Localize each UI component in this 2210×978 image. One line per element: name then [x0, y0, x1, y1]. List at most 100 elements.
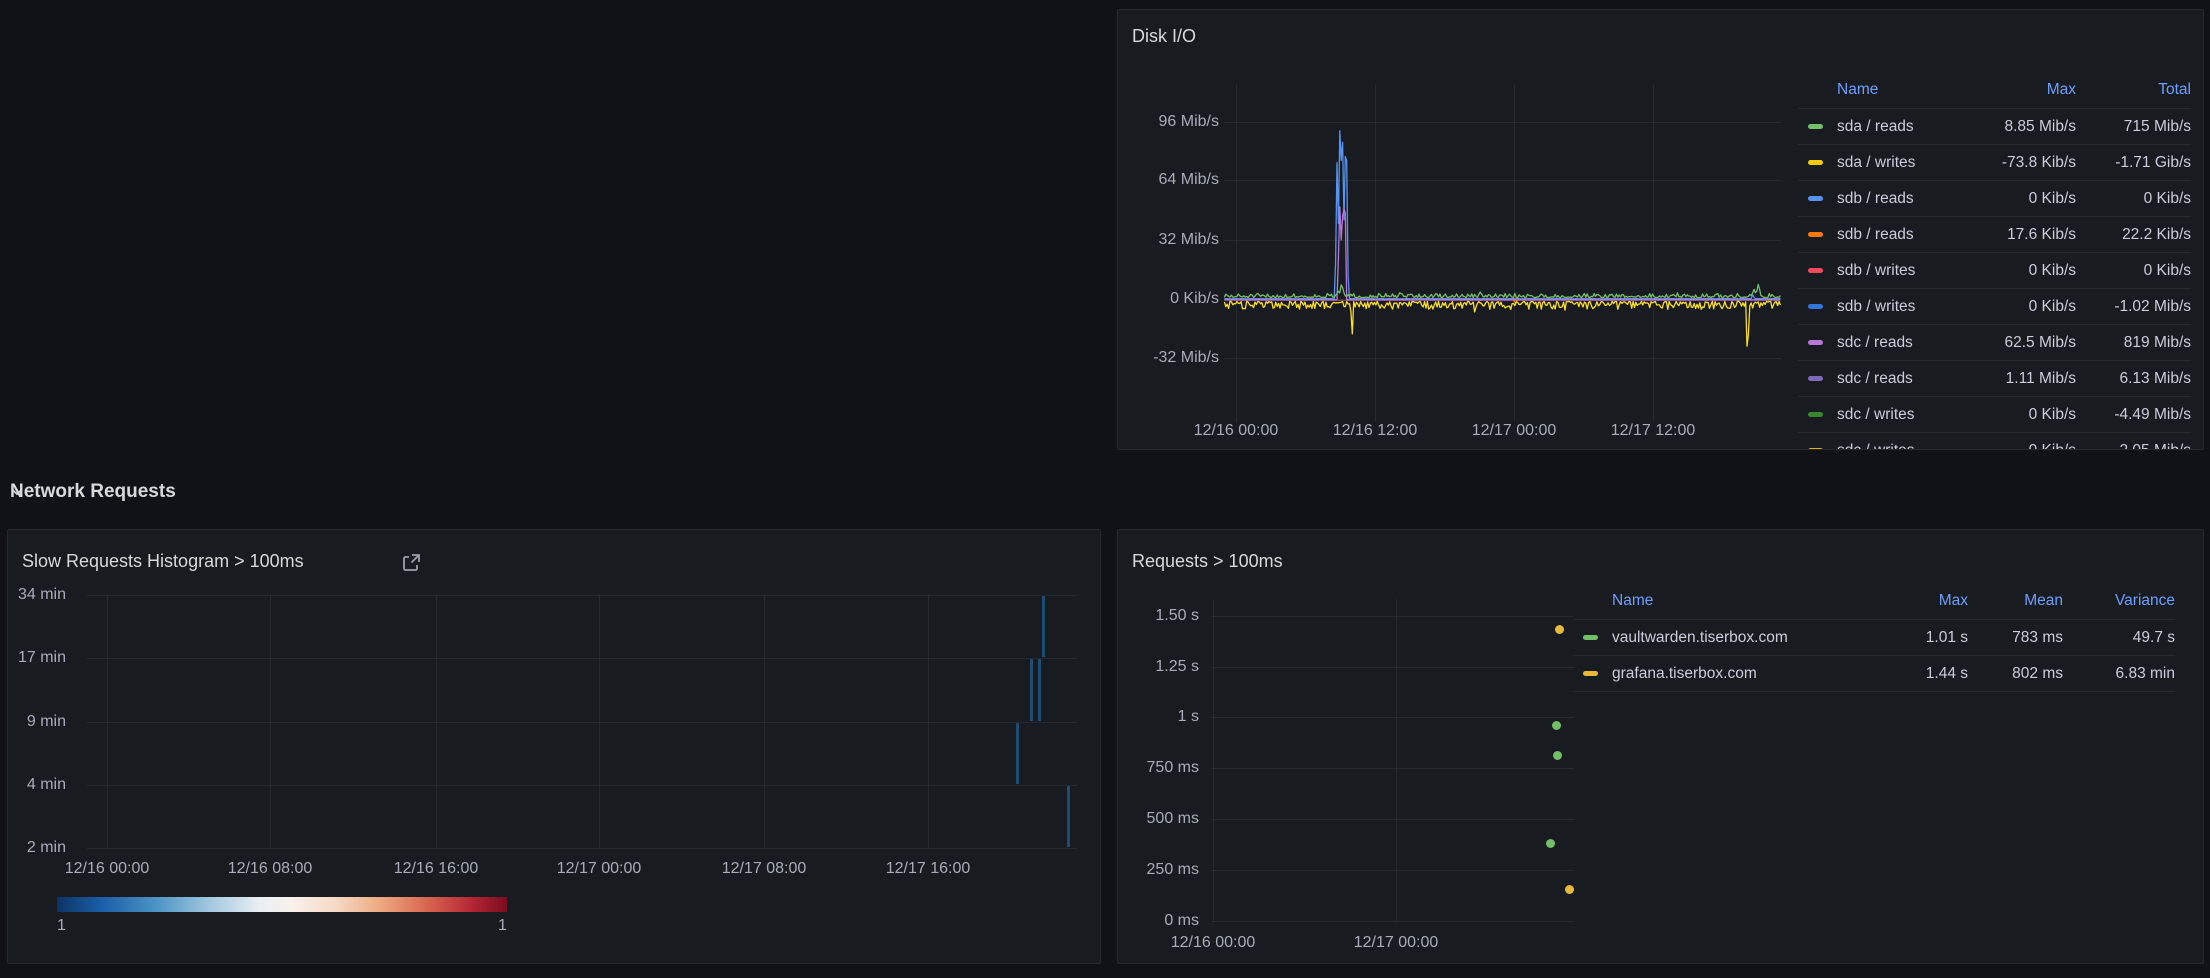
series-variance-value: 49.7 s [2063, 629, 2175, 647]
grid-line [1396, 599, 1397, 921]
grid-line [1211, 870, 1574, 871]
y-tick-label: 1.25 s [1155, 658, 1199, 676]
panel-title-disk-io[interactable]: Disk I/O [1132, 26, 1196, 47]
scatter-point[interactable] [1552, 721, 1561, 730]
series-color-swatch [1808, 376, 1823, 381]
series-name[interactable]: sdb / reads [1837, 190, 1914, 208]
series-max-value: 1.11 Mib/s [1971, 370, 2076, 388]
series-max-value: -73.8 Kib/s [1971, 154, 2076, 172]
y-tick-label: 32 Mib/s [1159, 231, 1219, 249]
legend-header-max[interactable]: Max [1939, 592, 1968, 609]
series-max-value: 17.6 Kib/s [1971, 226, 2076, 244]
legend-row[interactable]: sdc / reads 1.11 Mib/s 6.13 Mib/s [1798, 361, 2191, 397]
legend-header-max[interactable]: Max [2047, 81, 2076, 98]
heatmap-cell[interactable] [1016, 723, 1019, 784]
grid-line [928, 595, 929, 848]
x-tick-label: 12/17 00:00 [1341, 934, 1451, 952]
series-total-value: 715 Mib/s [2076, 118, 2191, 136]
series-name[interactable]: sdc / writes [1837, 442, 1915, 451]
legend-header-variance[interactable]: Variance [2115, 592, 2175, 609]
legend-header-name[interactable]: Name [1612, 592, 1653, 610]
series-color-swatch [1808, 448, 1823, 450]
panel-title-slow-requests[interactable]: Slow Requests Histogram > 100ms [22, 551, 304, 572]
scatter-point[interactable] [1553, 751, 1562, 760]
x-tick-label: 12/17 00:00 [544, 860, 654, 878]
series-name[interactable]: sdc / reads [1837, 334, 1913, 352]
legend-row[interactable]: vaultwarden.tiserbox.com 1.01 s 783 ms 4… [1573, 620, 2175, 656]
row-network-requests[interactable]: Network Requests [10, 480, 176, 504]
series-color-swatch [1583, 635, 1598, 640]
scatter-point[interactable] [1555, 625, 1564, 634]
series-name[interactable]: sda / reads [1837, 118, 1914, 136]
legend-row[interactable]: grafana.tiserbox.com 1.44 s 802 ms 6.83 … [1573, 656, 2175, 692]
grid-line [1211, 921, 1574, 922]
legend-header-row: Name Max Total [1798, 72, 2191, 109]
series-color-swatch [1583, 671, 1598, 676]
y-tick-label: 4 min [27, 776, 66, 794]
series-total-value: -2.05 Mib/s [2076, 442, 2191, 451]
series-variance-value: 6.83 min [2063, 665, 2175, 683]
grid-line [1211, 667, 1574, 668]
series-name[interactable]: sdc / reads [1837, 370, 1913, 388]
grid-line [1211, 768, 1574, 769]
legend-header-total[interactable]: Total [2158, 81, 2191, 98]
y-tick-label: 250 ms [1147, 861, 1199, 879]
series-total-value: 819 Mib/s [2076, 334, 2191, 352]
legend-row[interactable]: sdc / reads 62.5 Mib/s 819 Mib/s [1798, 325, 2191, 361]
legend-row[interactable]: sdc / writes 0 Kib/s -2.05 Mib/s [1798, 433, 2191, 450]
y-tick-label: -32 Mib/s [1153, 349, 1219, 367]
x-tick-label: 12/16 00:00 [1158, 934, 1268, 952]
series-max-value: 0 Kib/s [1971, 262, 2076, 280]
disk-io-series-line [1224, 301, 1780, 346]
series-name[interactable]: sdb / writes [1837, 298, 1915, 316]
legend-row[interactable]: sda / writes -73.8 Kib/s -1.71 Gib/s [1798, 145, 2191, 181]
panel-title-requests[interactable]: Requests > 100ms [1132, 551, 1283, 572]
series-name[interactable]: sdb / reads [1837, 226, 1914, 244]
legend-row[interactable]: sdc / writes 0 Kib/s -4.49 Mib/s [1798, 397, 2191, 433]
heatmap-cell[interactable] [1030, 659, 1033, 721]
series-max-value: 0 Kib/s [1971, 190, 2076, 208]
series-name[interactable]: sda / writes [1837, 154, 1915, 172]
legend-row[interactable]: sdb / writes 0 Kib/s -1.02 Mib/s [1798, 289, 2191, 325]
heatmap-cell[interactable] [1042, 596, 1045, 657]
section-title: Network Requests [10, 481, 176, 503]
series-color-swatch [1808, 340, 1823, 345]
y-tick-label: 34 min [18, 586, 66, 604]
legend-row[interactable]: sdb / writes 0 Kib/s 0 Kib/s [1798, 253, 2191, 289]
series-name[interactable]: sdc / writes [1837, 406, 1915, 424]
grid-line [107, 595, 108, 848]
disk-io-plot-area[interactable]: 96 Mib/s64 Mib/s32 Mib/s0 Kib/s-32 Mib/s… [1118, 10, 1798, 450]
y-tick-label: 0 Kib/s [1170, 290, 1219, 308]
series-max-value: 1.44 s [1883, 665, 1968, 683]
disk-io-series-line [1224, 131, 1780, 299]
y-tick-label: 1.50 s [1155, 607, 1199, 625]
series-name[interactable]: grafana.tiserbox.com [1612, 665, 1757, 683]
series-max-value: 1.01 s [1883, 629, 1968, 647]
series-color-swatch [1808, 124, 1823, 129]
series-total-value: 0 Kib/s [2076, 262, 2191, 280]
series-total-value: -4.49 Mib/s [2076, 406, 2191, 424]
series-name[interactable]: vaultwarden.tiserbox.com [1612, 629, 1788, 647]
requests-plot-area[interactable]: 1.50 s1.25 s1 s750 ms500 ms250 ms0 ms12/… [1118, 530, 1588, 964]
x-tick-label: 12/16 12:00 [1320, 422, 1430, 440]
legend-header-mean[interactable]: Mean [2024, 592, 2063, 609]
legend-row[interactable]: sda / reads 8.85 Mib/s 715 Mib/s [1798, 109, 2191, 145]
legend-row[interactable]: sdb / reads 17.6 Kib/s 22.2 Kib/s [1798, 217, 2191, 253]
y-tick-label: 17 min [18, 649, 66, 667]
grid-line [1211, 616, 1574, 617]
series-color-swatch [1808, 304, 1823, 309]
series-name[interactable]: sdb / writes [1837, 262, 1915, 280]
series-max-value: 0 Kib/s [1971, 442, 2076, 451]
heatmap-cell[interactable] [1067, 786, 1070, 847]
y-tick-label: 9 min [27, 713, 66, 731]
y-tick-label: 750 ms [1147, 759, 1199, 777]
series-color-swatch [1808, 412, 1823, 417]
series-total-value: 6.13 Mib/s [2076, 370, 2191, 388]
legend-header-name[interactable]: Name [1837, 81, 1878, 99]
scatter-point[interactable] [1565, 885, 1574, 894]
legend-row[interactable]: sdb / reads 0 Kib/s 0 Kib/s [1798, 181, 2191, 217]
dashboard: { "section_header": { "label": "Network … [0, 0, 2210, 978]
panel-slow-requests-histogram: Slow Requests Histogram > 100ms 34 min 17… [7, 529, 1101, 964]
heatmap-cell[interactable] [1038, 659, 1041, 721]
scatter-point[interactable] [1546, 839, 1555, 848]
